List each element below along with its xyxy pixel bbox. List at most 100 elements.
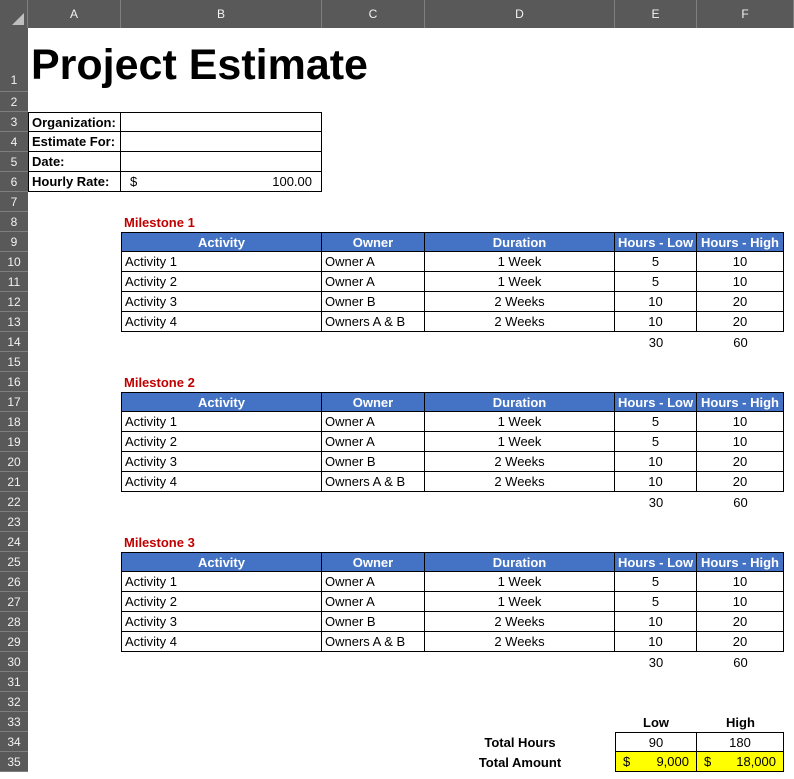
row-header-26[interactable]: 26 [0, 572, 28, 592]
row-header-23[interactable]: 23 [0, 512, 28, 532]
total-amount-label[interactable]: Total Amount [425, 752, 615, 772]
milestone-1-row-2-col-1[interactable]: Owner A [322, 272, 425, 292]
total-amount-low[interactable]: $9,000 [615, 752, 697, 772]
milestone-3-row-3-col-0[interactable]: Activity 3 [121, 612, 322, 632]
date-label[interactable]: Date: [28, 152, 121, 172]
milestone-2-header-4[interactable]: Hours - High [697, 392, 784, 412]
row-header-12[interactable]: 12 [0, 292, 28, 312]
row-header-19[interactable]: 19 [0, 432, 28, 452]
milestone-2-row-4-col-3[interactable]: 10 [615, 472, 697, 492]
row-header-18[interactable]: 18 [0, 412, 28, 432]
milestone-3-row-1-col-4[interactable]: 10 [697, 572, 784, 592]
row-header-29[interactable]: 29 [0, 632, 28, 652]
column-header-d[interactable]: D [425, 0, 615, 28]
milestone-1-row-2-col-2[interactable]: 1 Week [425, 272, 615, 292]
summary-high-label[interactable]: High [697, 712, 784, 732]
milestone-1-row-2-col-4[interactable]: 10 [697, 272, 784, 292]
milestone-1-total-high[interactable]: 60 [697, 332, 784, 352]
milestone-2-header-2[interactable]: Duration [425, 392, 615, 412]
milestone-3-row-2-col-4[interactable]: 10 [697, 592, 784, 612]
milestone-3-header-3[interactable]: Hours - Low [615, 552, 697, 572]
milestone-3-header-0[interactable]: Activity [121, 552, 322, 572]
milestone-2-title[interactable]: Milestone 2 [121, 372, 425, 392]
row-header-27[interactable]: 27 [0, 592, 28, 612]
milestone-2-row-3-col-4[interactable]: 20 [697, 452, 784, 472]
milestone-3-row-3-col-1[interactable]: Owner B [322, 612, 425, 632]
milestone-2-row-3-col-2[interactable]: 2 Weeks [425, 452, 615, 472]
row-header-4[interactable]: 4 [0, 132, 28, 152]
row-header-6[interactable]: 6 [0, 172, 28, 192]
estimate-for-value[interactable] [121, 132, 322, 152]
milestone-2-row-2-col-4[interactable]: 10 [697, 432, 784, 452]
milestone-1-row-2-col-0[interactable]: Activity 2 [121, 272, 322, 292]
milestone-2-row-1-col-4[interactable]: 10 [697, 412, 784, 432]
milestone-2-row-1-col-2[interactable]: 1 Week [425, 412, 615, 432]
milestone-1-row-4-col-3[interactable]: 10 [615, 312, 697, 332]
row-header-13[interactable]: 13 [0, 312, 28, 332]
milestone-2-row-3-col-1[interactable]: Owner B [322, 452, 425, 472]
milestone-3-total-low[interactable]: 30 [615, 652, 697, 672]
milestone-3-row-4-col-4[interactable]: 20 [697, 632, 784, 652]
summary-low-label[interactable]: Low [615, 712, 697, 732]
milestone-2-row-2-col-3[interactable]: 5 [615, 432, 697, 452]
milestone-2-row-2-col-1[interactable]: Owner A [322, 432, 425, 452]
milestone-3-row-3-col-2[interactable]: 2 Weeks [425, 612, 615, 632]
milestone-1-row-3-col-4[interactable]: 20 [697, 292, 784, 312]
milestone-1-total-low[interactable]: 30 [615, 332, 697, 352]
milestone-3-row-4-col-3[interactable]: 10 [615, 632, 697, 652]
milestone-3-row-1-col-3[interactable]: 5 [615, 572, 697, 592]
milestone-3-row-2-col-1[interactable]: Owner A [322, 592, 425, 612]
milestone-3-row-1-col-1[interactable]: Owner A [322, 572, 425, 592]
row-header-7[interactable]: 7 [0, 192, 28, 212]
row-header-25[interactable]: 25 [0, 552, 28, 572]
row-header-8[interactable]: 8 [0, 212, 28, 232]
milestone-3-header-2[interactable]: Duration [425, 552, 615, 572]
row-header-28[interactable]: 28 [0, 612, 28, 632]
row-header-9[interactable]: 9 [0, 232, 28, 252]
row-header-1[interactable]: 1 [0, 28, 28, 92]
milestone-1-title[interactable]: Milestone 1 [121, 212, 425, 232]
milestone-1-row-1-col-3[interactable]: 5 [615, 252, 697, 272]
row-header-5[interactable]: 5 [0, 152, 28, 172]
milestone-3-total-high[interactable]: 60 [697, 652, 784, 672]
column-header-e[interactable]: E [615, 0, 697, 28]
row-header-11[interactable]: 11 [0, 272, 28, 292]
milestone-2-total-high[interactable]: 60 [697, 492, 784, 512]
milestone-2-row-3-col-0[interactable]: Activity 3 [121, 452, 322, 472]
row-header-16[interactable]: 16 [0, 372, 28, 392]
milestone-1-row-2-col-3[interactable]: 5 [615, 272, 697, 292]
milestone-2-row-3-col-3[interactable]: 10 [615, 452, 697, 472]
milestone-1-header-2[interactable]: Duration [425, 232, 615, 252]
milestone-3-row-4-col-1[interactable]: Owners A & B [322, 632, 425, 652]
milestone-3-row-2-col-3[interactable]: 5 [615, 592, 697, 612]
milestone-1-row-4-col-1[interactable]: Owners A & B [322, 312, 425, 332]
milestone-1-row-4-col-0[interactable]: Activity 4 [121, 312, 322, 332]
milestone-3-row-2-col-2[interactable]: 1 Week [425, 592, 615, 612]
milestone-3-row-4-col-0[interactable]: Activity 4 [121, 632, 322, 652]
total-amount-high[interactable]: $18,000 [697, 752, 784, 772]
total-hours-high[interactable]: 180 [697, 732, 784, 752]
row-header-30[interactable]: 30 [0, 652, 28, 672]
milestone-1-row-3-col-0[interactable]: Activity 3 [121, 292, 322, 312]
organization-label[interactable]: Organization: [28, 112, 121, 132]
select-all-corner[interactable] [0, 0, 28, 28]
row-header-33[interactable]: 33 [0, 712, 28, 732]
column-header-c[interactable]: C [322, 0, 425, 28]
row-header-10[interactable]: 10 [0, 252, 28, 272]
milestone-3-header-4[interactable]: Hours - High [697, 552, 784, 572]
milestone-1-row-1-col-4[interactable]: 10 [697, 252, 784, 272]
milestone-1-row-1-col-2[interactable]: 1 Week [425, 252, 615, 272]
milestone-1-row-1-col-0[interactable]: Activity 1 [121, 252, 322, 272]
milestone-2-total-low[interactable]: 30 [615, 492, 697, 512]
row-header-21[interactable]: 21 [0, 472, 28, 492]
row-header-2[interactable]: 2 [0, 92, 28, 112]
milestone-1-header-0[interactable]: Activity [121, 232, 322, 252]
column-header-f[interactable]: F [697, 0, 794, 28]
milestone-1-header-4[interactable]: Hours - High [697, 232, 784, 252]
row-header-14[interactable]: 14 [0, 332, 28, 352]
estimate-for-label[interactable]: Estimate For: [28, 132, 121, 152]
row-header-15[interactable]: 15 [0, 352, 28, 372]
milestone-3-header-1[interactable]: Owner [322, 552, 425, 572]
milestone-2-row-4-col-1[interactable]: Owners A & B [322, 472, 425, 492]
milestone-1-row-3-col-3[interactable]: 10 [615, 292, 697, 312]
